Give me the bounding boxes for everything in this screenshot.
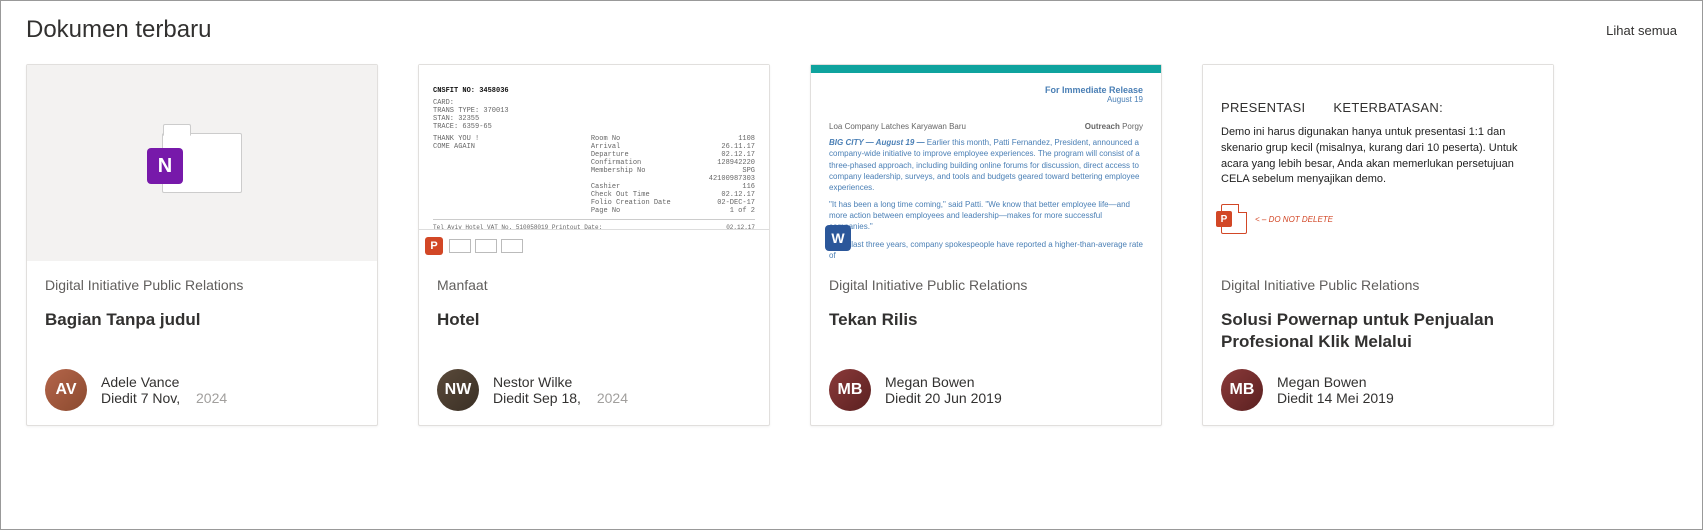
document-location: Manfaat [437,277,751,293]
slide-title-a: PRESENTASI [1221,100,1305,115]
receipt-header: CNSFIT NO: 3458036 [433,87,755,95]
document-card[interactable]: N Digital Initiative Public Relations Ba… [26,64,378,426]
powerpoint-file-icon: P [1221,204,1247,234]
powerpoint-filmstrip: P [419,229,769,261]
document-location: Digital Initiative Public Relations [1221,277,1535,293]
onenote-icon: N [147,148,183,184]
word-icon: W [825,225,851,251]
avatar: NW [437,369,479,411]
document-thumbnail: N [27,65,377,261]
avatar: MB [829,369,871,411]
receipt-block: CARD:TRANS TYPE: 370013STAN: 32355TRACE:… [433,99,755,131]
edited-label: Diedit Sep 18, 2024 [493,390,628,406]
document-thumbnail: For Immediate Release August 19 Loa Comp… [811,65,1161,261]
slide-title-b: KETERBATASAN: [1333,100,1443,115]
document-title: Tekan Rilis [829,309,1143,331]
author-name: Megan Bowen [1277,374,1406,390]
edited-label: Diedit 20 Jun 2019 [885,390,1014,406]
edited-label: Diedit 7 Nov, 2024 [101,390,227,406]
author-name: Adele Vance [101,374,227,390]
document-location: Digital Initiative Public Relations [829,277,1143,293]
document-thumbnail: PRESENTASI KETERBATASAN: Demo ini harus … [1203,65,1553,261]
document-title: Solusi Powernap untuk Penjualan Profesio… [1221,309,1535,353]
document-title: Bagian Tanpa judul [45,309,359,331]
powerpoint-icon: P [425,237,443,255]
document-card[interactable]: PRESENTASI KETERBATASAN: Demo ini harus … [1202,64,1554,426]
document-thumbnail: CNSFIT NO: 3458036 CARD:TRANS TYPE: 3700… [419,65,769,261]
press-release-date: August 19 [829,95,1143,104]
document-cards-row: N Digital Initiative Public Relations Ba… [26,64,1677,426]
press-release-header: For Immediate Release [829,85,1143,95]
author-name: Nestor Wilke [493,374,628,390]
document-card[interactable]: CNSFIT NO: 3458036 CARD:TRANS TYPE: 3700… [418,64,770,426]
avatar: AV [45,369,87,411]
receipt-left: THANK YOU !COME AGAIN [433,135,573,211]
section-title: Dokumen terbaru [26,16,211,44]
document-card[interactable]: For Immediate Release August 19 Loa Comp… [810,64,1162,426]
document-location: Digital Initiative Public Relations [45,277,359,293]
avatar: MB [1221,369,1263,411]
edited-label: Diedit 14 Mei 2019 [1277,390,1406,406]
document-title: Hotel [437,309,751,331]
onenote-folder-icon: N [162,133,242,193]
slide-description: Demo ini harus digunakan hanya untuk pre… [1221,125,1535,189]
author-name: Megan Bowen [885,374,1014,390]
do-not-delete-label: < – DO NOT DELETE [1255,215,1333,224]
see-all-link[interactable]: Lihat semua [1606,23,1677,38]
